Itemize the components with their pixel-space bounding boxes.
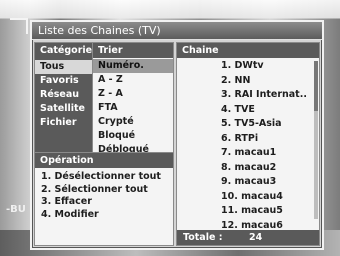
channel-item[interactable]: 4. TVE bbox=[177, 103, 313, 118]
channel-item[interactable]: 5. TV5-Asia bbox=[177, 117, 313, 132]
sort-item-a-z[interactable]: A - Z bbox=[93, 73, 173, 87]
channel-list: 1. DWtv 2. NN 3. RAI Internat.. 4. TVE 5… bbox=[177, 59, 313, 248]
category-item-favoris[interactable]: Favoris bbox=[35, 74, 93, 88]
channel-list-window: Liste des Chaines (TV) Catégorie Tous Fa… bbox=[30, 20, 324, 250]
channel-item[interactable]: 7. macau1 bbox=[177, 146, 313, 161]
total-label: Totale : bbox=[183, 232, 223, 243]
channel-total-footer: Totale : 24 bbox=[177, 230, 319, 245]
sort-item-bloque[interactable]: Bloqué bbox=[93, 129, 173, 143]
channel-item[interactable]: 8. macau2 bbox=[177, 161, 313, 176]
channel-item[interactable]: 1. DWtv bbox=[177, 59, 313, 74]
channel-item[interactable]: 6. RTPi bbox=[177, 132, 313, 147]
operation-header: Opération bbox=[35, 153, 173, 168]
channel-item[interactable]: 9. macau3 bbox=[177, 175, 313, 190]
channel-item[interactable]: 3. RAI Internat.. bbox=[177, 88, 313, 103]
channel-panel: Chaine 1. DWtv 2. NN 3. RAI Internat.. 4… bbox=[176, 42, 320, 246]
operation-delete[interactable]: 3. Effacer bbox=[35, 196, 173, 209]
operation-modify[interactable]: 4. Modifier bbox=[35, 209, 173, 222]
channel-item[interactable]: 10. macau4 bbox=[177, 190, 313, 205]
channel-item[interactable]: 11. macau5 bbox=[177, 204, 313, 219]
sort-header: Trier bbox=[93, 43, 173, 58]
sort-item-fta[interactable]: FTA bbox=[93, 101, 173, 115]
operation-select-all[interactable]: 2. Sélectionner tout bbox=[35, 184, 173, 197]
total-value: 24 bbox=[249, 232, 263, 243]
category-item-satellite[interactable]: Satellite bbox=[35, 102, 93, 116]
category-item-fichier[interactable]: Fichier bbox=[35, 116, 93, 130]
category-header: Catégorie bbox=[35, 43, 93, 58]
category-item-reseau[interactable]: Réseau bbox=[35, 88, 93, 102]
channel-header: Chaine bbox=[177, 43, 319, 58]
channel-item[interactable]: 2. NN bbox=[177, 74, 313, 89]
category-list: Tous Favoris Réseau Satellite Fichier bbox=[35, 60, 93, 130]
operation-list: 1. Désélectionner tout 2. Sélectionner t… bbox=[35, 171, 173, 221]
background-text: -BU bbox=[6, 204, 26, 215]
sort-item-z-a[interactable]: Z - A bbox=[93, 87, 173, 101]
sort-item-numero[interactable]: Numéro. bbox=[93, 59, 173, 73]
channel-logo-icon bbox=[10, 18, 28, 34]
operation-panel: Opération 1. Désélectionner tout 2. Séle… bbox=[34, 152, 174, 246]
channel-scrollbar[interactable] bbox=[314, 61, 318, 219]
window-title: Liste des Chaines (TV) bbox=[32, 22, 322, 40]
category-item-tous[interactable]: Tous bbox=[35, 60, 93, 74]
sort-item-crypte[interactable]: Crypté bbox=[93, 115, 173, 129]
channel-scroll-thumb[interactable] bbox=[314, 61, 318, 111]
operation-deselect-all[interactable]: 1. Désélectionner tout bbox=[35, 171, 173, 184]
sort-list: Numéro. A - Z Z - A FTA Crypté Bloqué Dé… bbox=[93, 59, 173, 157]
